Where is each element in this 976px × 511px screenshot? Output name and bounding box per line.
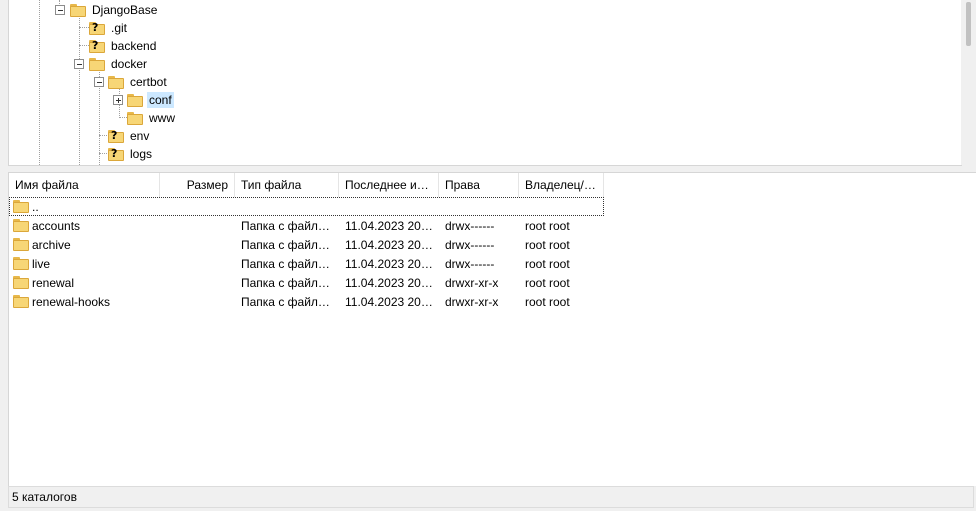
column-header-modified[interactable]: Последнее из... [339,173,439,197]
column-header-permissions[interactable]: Права [439,173,519,197]
table-row[interactable]: renewal Папка с файла... 11.04.2023 20:4… [9,273,604,292]
file-type: Папка с файла... [241,256,335,271]
column-header-owner[interactable]: Владелец/Г... [519,173,604,197]
tree-node-certbot[interactable]: certbot [108,73,169,91]
tree-scrollbar[interactable] [961,0,976,165]
column-header-size[interactable]: Размер [160,173,235,197]
tree-node-label: docker [111,57,148,71]
file-permissions: drwx------ [445,237,495,252]
folder-icon [13,257,29,270]
folder-icon [108,75,124,89]
file-name: .. [32,199,39,214]
unknown-folder-icon: ? [89,21,105,35]
column-header-type[interactable]: Тип файла [235,173,339,197]
file-permissions: drwx------ [445,218,495,233]
file-owner: root root [525,218,570,233]
file-list-header: Имя файла ^ Размер Тип файла Последнее и… [9,173,604,197]
tree-node-label: conf [147,92,174,108]
file-name: renewal [32,275,75,290]
folder-icon [13,219,29,232]
file-name: renewal-hooks [32,294,111,309]
file-type: Папка с файла... [241,218,335,233]
file-name: live [32,256,51,271]
table-row[interactable]: archive Папка с файла... 11.04.2023 20:4… [9,235,604,254]
file-owner: root root [525,294,570,309]
tree-node-www[interactable]: www [127,109,177,127]
file-type: Папка с файла... [241,237,335,252]
parent-directory-row[interactable]: .. [9,197,604,216]
tree-node-label: backend [111,39,157,53]
folder-icon [127,111,143,125]
expand-conf-icon[interactable] [113,95,123,105]
unknown-folder-icon: ? [108,147,124,161]
file-modified: 11.04.2023 20:4... [345,294,439,309]
file-modified: 11.04.2023 20:4... [345,237,439,252]
collapse-djangobase-icon[interactable] [55,5,65,15]
tree-node-env[interactable]: ? env [108,127,151,145]
tree-scrollbar-thumb[interactable] [966,2,971,46]
directory-tree[interactable]: DjangoBase ? .git ? backend docker certb… [8,0,962,166]
tree-node-label: certbot [130,75,167,89]
folder-icon [13,295,29,308]
collapse-docker-icon[interactable] [74,59,84,69]
file-owner: root root [525,237,570,252]
folder-icon [13,200,29,213]
column-header-name[interactable]: Имя файла ^ [9,173,160,197]
folder-icon [13,276,29,289]
tree-node-logs[interactable]: ? logs [108,145,154,163]
folder-icon [13,238,29,251]
folder-icon [127,93,143,107]
tree-node-label: logs [130,147,153,161]
collapse-certbot-icon[interactable] [94,77,104,87]
file-modified: 11.04.2023 20:4... [345,256,439,271]
file-modified: 11.04.2023 20:4... [345,218,439,233]
file-owner: root root [525,275,570,290]
folder-icon [70,3,86,17]
tree-node-conf[interactable]: conf [127,91,174,109]
folder-icon [89,57,105,71]
table-row[interactable]: accounts Папка с файла... 11.04.2023 20:… [9,216,604,235]
unknown-folder-icon: ? [89,39,105,53]
file-permissions: drwxr-xr-x [445,294,499,309]
file-list[interactable]: Имя файла ^ Размер Тип файла Последнее и… [8,172,976,486]
table-row[interactable]: renewal-hooks Папка с файла... 11.04.202… [9,292,604,311]
tree-node-label: env [130,129,150,143]
file-name: accounts [32,218,81,233]
status-bar: 5 каталогов [8,486,974,508]
unknown-folder-icon: ? [108,129,124,143]
tree-node-djangobase[interactable]: DjangoBase [70,1,159,19]
tree-node-label: www [149,111,175,125]
file-owner: root root [525,256,570,271]
table-row[interactable]: live Папка с файла... 11.04.2023 20:4...… [9,254,604,273]
sort-ascending-icon: ^ [79,173,83,176]
file-modified: 11.04.2023 20:4... [345,275,439,290]
file-permissions: drwx------ [445,256,495,271]
file-permissions: drwxr-xr-x [445,275,499,290]
tree-node-label: DjangoBase [92,3,158,17]
tree-node-docker[interactable]: docker [89,55,149,73]
file-type: Папка с файла... [241,294,335,309]
tree-node-label: .git [111,21,128,35]
status-text: 5 каталогов [12,490,77,504]
file-name: archive [32,237,71,252]
file-type: Папка с файла... [241,275,335,290]
tree-node-backend[interactable]: ? backend [89,37,158,55]
tree-node-git[interactable]: ? .git [89,19,129,37]
